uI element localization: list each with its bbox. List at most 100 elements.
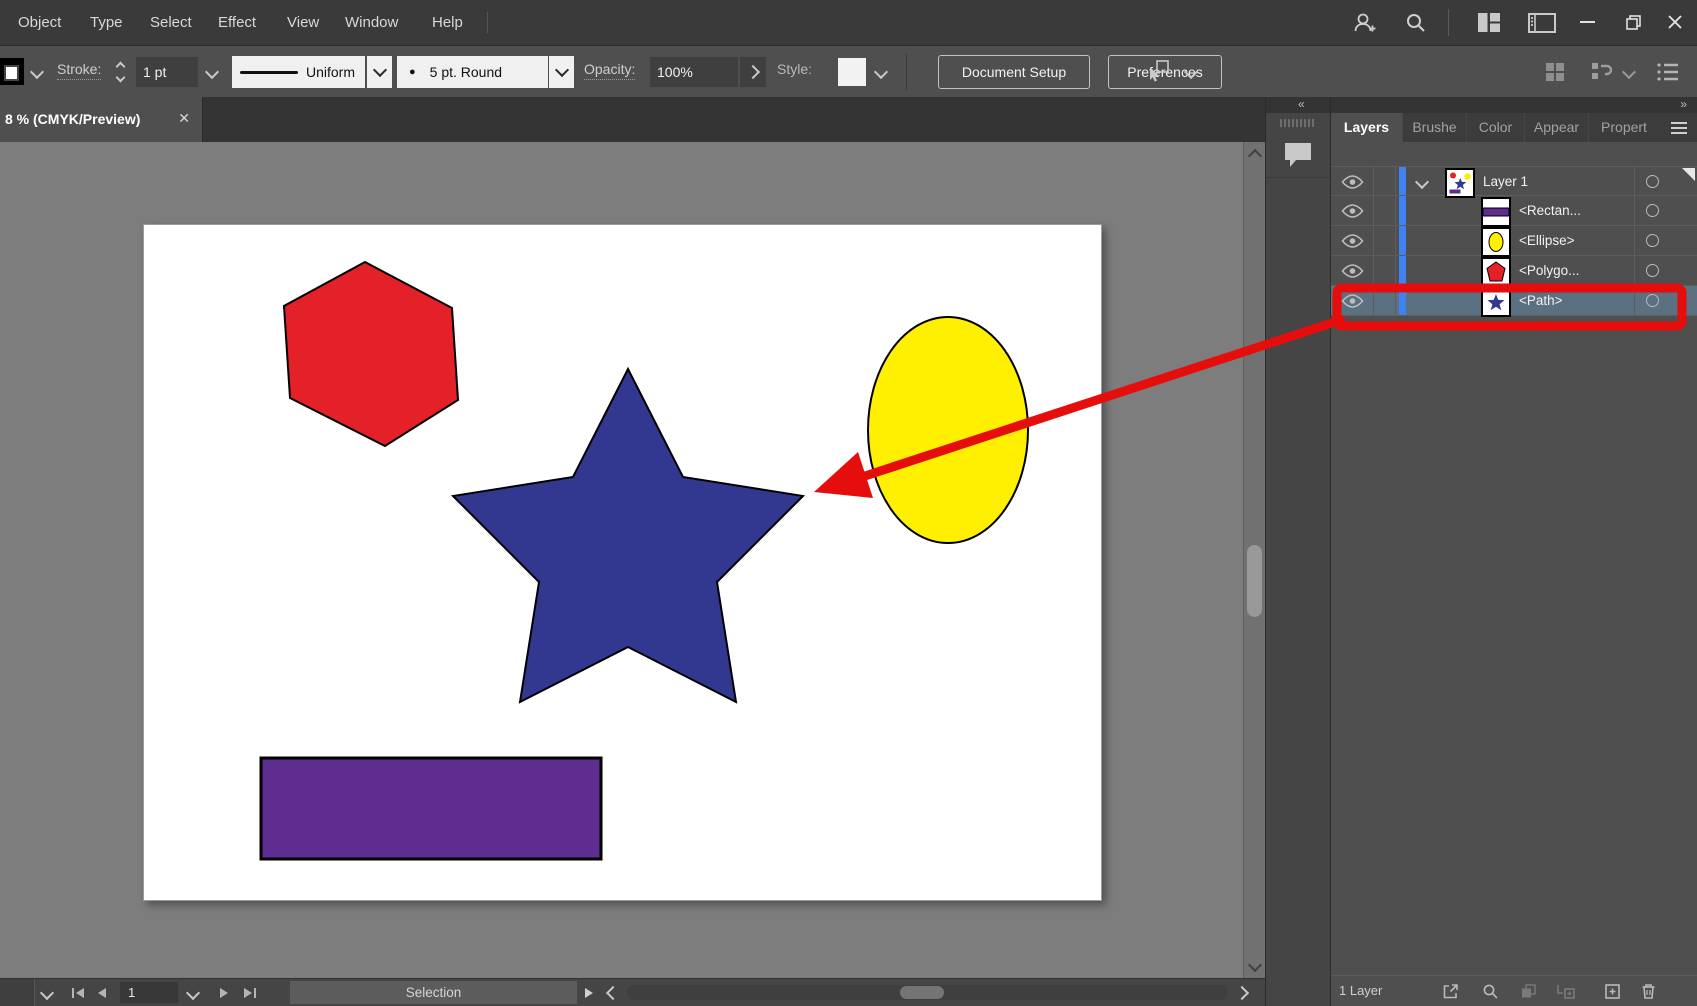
horizontal-scrollbar-thumb[interactable] (900, 986, 944, 999)
style-dropdown-chevron[interactable] (868, 60, 894, 84)
touch-workspace-icon[interactable] (1545, 62, 1565, 82)
tab-brushes[interactable]: Brushe (1403, 113, 1467, 142)
visibility-eye-icon[interactable] (1341, 264, 1364, 278)
ellipse-shape[interactable] (868, 317, 1028, 543)
hscroll-left-arrow[interactable] (608, 979, 618, 1006)
last-artboard-button[interactable] (244, 979, 256, 1006)
menu-help[interactable]: Help (432, 0, 463, 45)
collapse-panels-icon[interactable]: « (1298, 97, 1305, 111)
visibility-eye-icon[interactable] (1341, 294, 1364, 308)
opacity-label[interactable]: Opacity: (584, 61, 635, 80)
layer-row-layer1[interactable]: Layer 1 (1331, 166, 1697, 196)
object-name[interactable]: <Polygo... (1519, 256, 1579, 286)
delete-layer-trash-icon[interactable] (1639, 982, 1658, 1001)
new-sublayer-icon[interactable] (1555, 982, 1577, 1001)
layer-target-circle[interactable] (1646, 175, 1659, 188)
stroke-weight-stepper[interactable] (114, 58, 130, 86)
arrange-documents-icon[interactable] (1478, 13, 1500, 32)
brush-chevron[interactable] (549, 56, 574, 88)
tab-appearance[interactable]: Appear (1525, 113, 1589, 142)
brush-definition-dropdown[interactable]: ● 5 pt. Round (397, 56, 548, 88)
visibility-eye-icon[interactable] (1341, 175, 1364, 189)
first-artboard-button[interactable] (72, 979, 84, 1006)
layer1-thumbnail[interactable] (1445, 168, 1475, 198)
stroke-label[interactable]: Stroke: (57, 61, 101, 80)
layer-name[interactable]: Layer 1 (1483, 167, 1528, 197)
status-tool-indicator[interactable]: Selection (290, 981, 577, 1004)
share-user-icon[interactable] (1352, 10, 1378, 36)
comments-panel-button[interactable] (1266, 133, 1330, 178)
style-swatch[interactable] (838, 58, 866, 86)
status-expand-arrow[interactable] (585, 979, 593, 1006)
vertical-scrollbar-thumb[interactable] (1247, 545, 1262, 617)
visibility-eye-icon[interactable] (1341, 204, 1364, 218)
locate-object-icon[interactable] (1481, 982, 1500, 1001)
collect-for-export-icon[interactable] (1441, 982, 1460, 1001)
object-name[interactable]: <Path> (1519, 286, 1563, 316)
polygon-thumbnail[interactable] (1481, 257, 1511, 287)
menu-window[interactable]: Window (345, 0, 398, 45)
menu-type[interactable]: Type (90, 0, 123, 45)
path-thumbnail[interactable] (1481, 287, 1511, 317)
new-layer-icon[interactable] (1603, 982, 1622, 1001)
layer-row-polygon[interactable]: <Polygo... (1331, 256, 1697, 286)
tab-color[interactable]: Color (1467, 113, 1525, 142)
star-shape[interactable] (453, 369, 803, 702)
panel-menu-icon[interactable] (1661, 113, 1697, 142)
ellipse-thumbnail[interactable] (1481, 227, 1511, 257)
close-tab-icon[interactable]: ✕ (178, 110, 190, 127)
zoom-level-box[interactable] (0, 979, 35, 1006)
object-target-circle[interactable] (1646, 204, 1659, 217)
close-button[interactable] (1667, 14, 1683, 30)
hexagon-shape[interactable] (284, 262, 458, 446)
list-view-icon[interactable] (1656, 62, 1680, 82)
dock-collapse-header[interactable]: « (1266, 97, 1330, 113)
tab-layers[interactable]: Layers (1331, 113, 1403, 142)
menu-object[interactable]: Object (18, 0, 61, 45)
menu-select[interactable]: Select (150, 0, 192, 45)
previous-artboard-button[interactable] (98, 979, 106, 1006)
tab-properties[interactable]: Propert (1589, 113, 1659, 142)
workspace-switcher-icon[interactable] (1590, 61, 1612, 83)
visibility-eye-icon[interactable] (1341, 234, 1364, 248)
minimize-button[interactable] (1580, 21, 1595, 23)
menu-view[interactable]: View (287, 0, 319, 45)
horizontal-scrollbar[interactable] (627, 985, 1228, 1000)
document-setup-button[interactable]: Document Setup (938, 55, 1090, 89)
workspace-chevron[interactable] (1616, 60, 1642, 84)
artboard-dropdown-chevron[interactable] (188, 979, 198, 1006)
isolate-dropdown-chevron[interactable] (1178, 60, 1204, 84)
object-target-circle[interactable] (1646, 234, 1659, 247)
dock-grip[interactable] (1280, 119, 1316, 127)
vertical-scrollbar[interactable] (1243, 142, 1265, 978)
expand-panels-icon[interactable]: » (1680, 97, 1687, 112)
opacity-field[interactable]: 100% (650, 57, 738, 87)
opacity-panel-chevron[interactable] (740, 57, 766, 87)
rectangle-shape[interactable] (261, 758, 601, 859)
expand-layer-chevron[interactable] (1415, 175, 1429, 189)
hscroll-right-arrow[interactable] (1237, 979, 1247, 1006)
zoom-dropdown-chevron[interactable] (42, 979, 52, 1006)
menu-effect[interactable]: Effect (218, 0, 256, 45)
make-clipping-mask-icon[interactable] (1519, 982, 1538, 1001)
artboard-number-field[interactable]: 1 (120, 982, 178, 1003)
document-setup-panel-icon[interactable] (1528, 13, 1556, 33)
layer-row-ellipse[interactable]: <Ellipse> (1331, 226, 1697, 256)
restore-button[interactable] (1626, 15, 1641, 30)
panel-collapse-header[interactable]: » (1331, 97, 1697, 113)
fill-stroke-proxy-swatch[interactable] (0, 58, 24, 85)
canvas-area[interactable] (0, 142, 1243, 978)
layer-row-path[interactable]: <Path> (1331, 286, 1697, 316)
swatch-dropdown-chevron[interactable] (24, 60, 50, 84)
object-name[interactable]: <Rectan... (1519, 196, 1581, 226)
width-profile-dropdown[interactable]: Uniform (232, 56, 365, 88)
layer-row-rectangle[interactable]: <Rectan... (1331, 196, 1697, 226)
search-icon[interactable] (1404, 11, 1428, 35)
rectangle-thumbnail[interactable] (1481, 197, 1511, 227)
width-profile-chevron[interactable] (367, 56, 392, 88)
object-name[interactable]: <Ellipse> (1519, 226, 1575, 256)
document-tab[interactable]: 8 % (CMYK/Preview) ✕ (0, 97, 203, 142)
object-target-circle[interactable] (1646, 264, 1659, 277)
next-artboard-button[interactable] (220, 979, 228, 1006)
object-target-circle[interactable] (1646, 294, 1659, 307)
